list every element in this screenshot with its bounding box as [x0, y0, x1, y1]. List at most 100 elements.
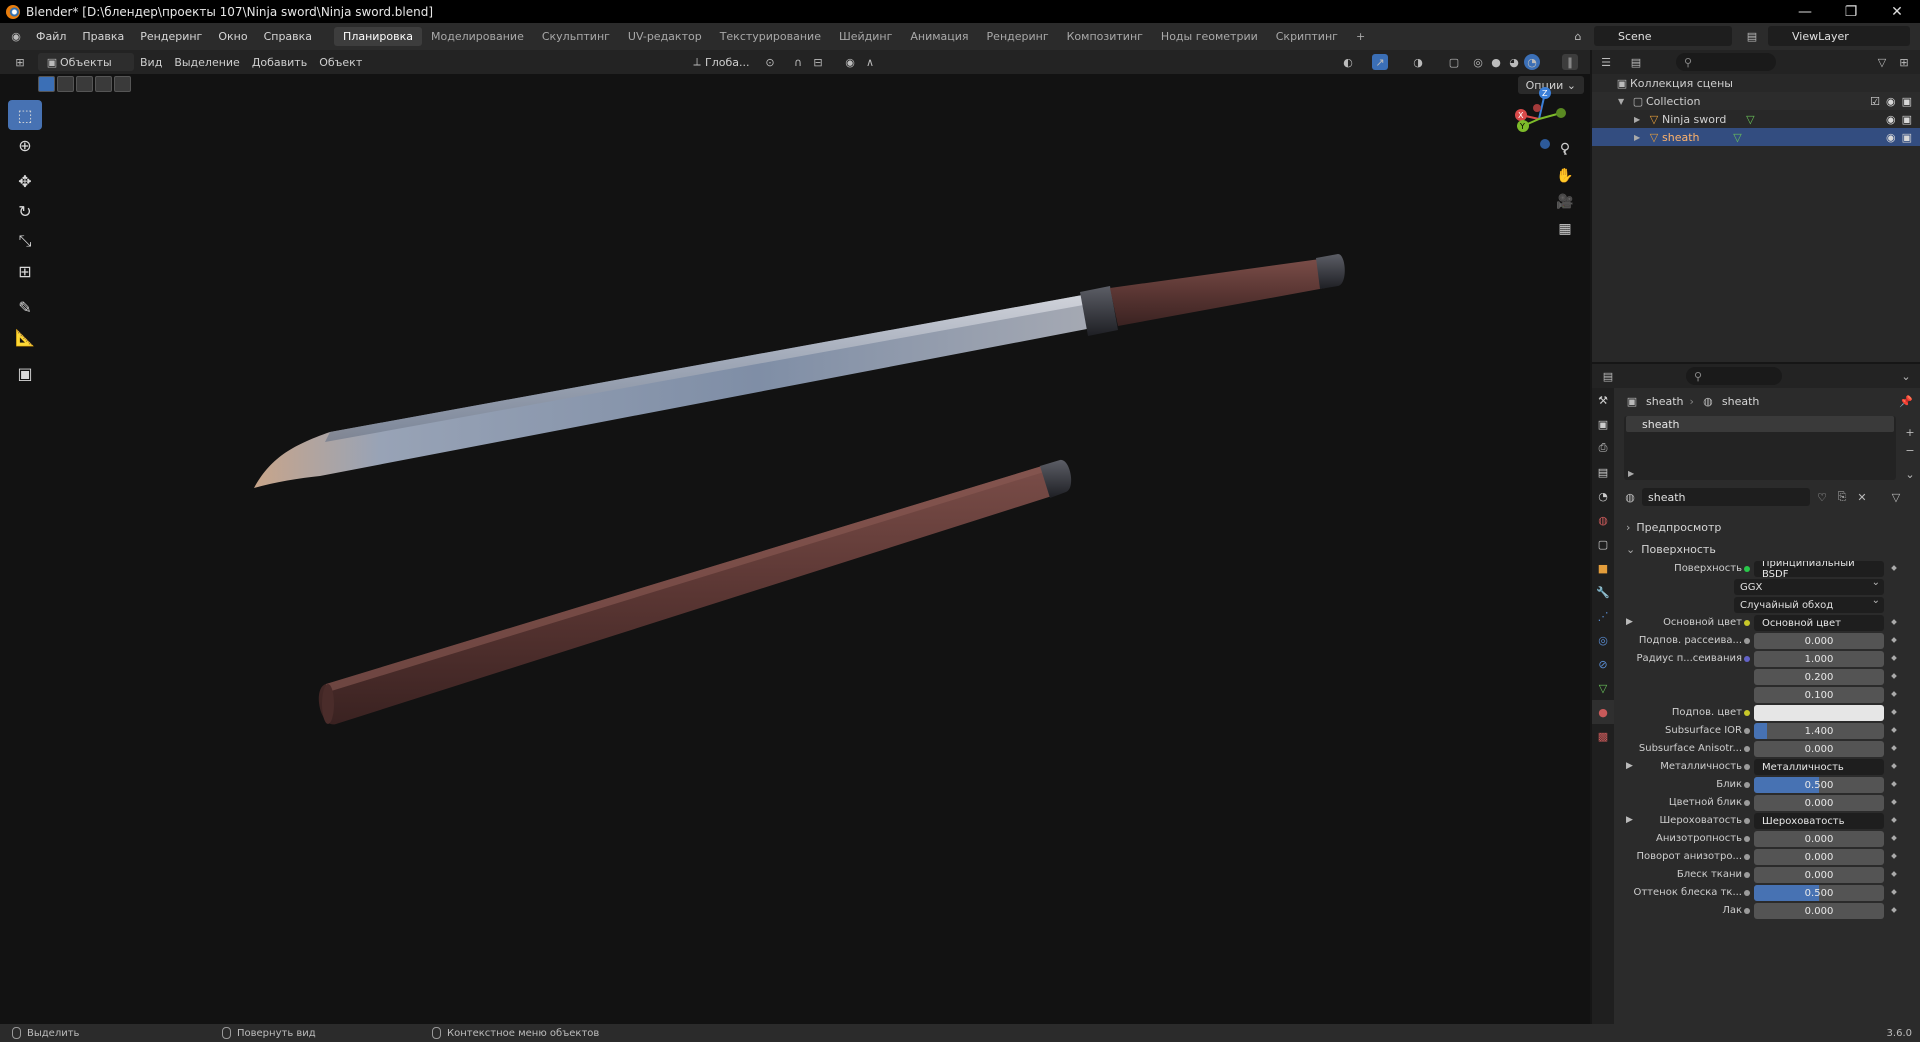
object-tab-icon[interactable]: ■ — [1592, 556, 1614, 580]
constraints-tab-icon[interactable]: ⊘ — [1592, 652, 1614, 676]
zoom-icon[interactable]: ⚲ — [1553, 137, 1577, 161]
checkbox-icon[interactable]: ☑ — [1870, 95, 1880, 108]
keyframe-dot-icon[interactable] — [1891, 799, 1897, 805]
select-intersect-icon[interactable] — [114, 76, 131, 92]
socket-dot-icon[interactable] — [1744, 782, 1750, 788]
property-dropdown[interactable]: Случайный обход — [1734, 595, 1884, 613]
filter-icon[interactable]: ▽ — [1874, 54, 1890, 70]
view-layer-selector[interactable]: ViewLayer — [1768, 26, 1910, 46]
camera-icon[interactable]: ▣ — [1902, 95, 1912, 108]
measure-tool-icon[interactable]: 📐 — [8, 322, 42, 352]
socket-dot-icon[interactable] — [1744, 818, 1750, 824]
add-workspace-button[interactable]: + — [1347, 27, 1374, 46]
collapse-arrow-icon[interactable]: ▼ — [1618, 97, 1630, 106]
scene-selector[interactable]: Scene — [1594, 26, 1732, 46]
fake-user-icon[interactable]: ♡ — [1814, 489, 1830, 505]
collection-tab-icon[interactable]: ▢ — [1592, 532, 1614, 556]
property-field[interactable]: 0.000 — [1754, 633, 1884, 649]
property-field[interactable]: 0.000 — [1754, 741, 1884, 757]
sheath-object[interactable] — [318, 459, 1072, 725]
annotate-tool-icon[interactable]: ✎ — [8, 292, 42, 322]
rotate-tool-icon[interactable]: ↻ — [8, 196, 42, 226]
keyframe-dot-icon[interactable] — [1891, 907, 1897, 913]
keyframe-dot-icon[interactable] — [1891, 853, 1897, 859]
keyframe-dot-icon[interactable] — [1891, 619, 1897, 625]
rendered-shading-icon[interactable]: ◔ — [1524, 54, 1540, 70]
socket-dot-icon[interactable] — [1744, 746, 1750, 752]
perspective-grid-icon[interactable]: ▦ — [1553, 217, 1577, 241]
select-extend-icon[interactable] — [57, 76, 74, 92]
socket-dot-icon[interactable] — [1744, 854, 1750, 860]
unlink-material-icon[interactable]: ✕ — [1854, 489, 1870, 505]
tab-uv-editing[interactable]: UV-редактор — [619, 27, 711, 46]
socket-dot-icon[interactable] — [1744, 638, 1750, 644]
restore-icon[interactable]: ❐ — [1828, 0, 1874, 23]
expand-arrow-icon[interactable]: ▶ — [1628, 469, 1634, 478]
outliner-row-sheath[interactable]: ▶ ▽ sheath ▽ ◉ ▣ — [1592, 128, 1920, 146]
select-invert-icon[interactable] — [95, 76, 112, 92]
new-collection-icon[interactable]: ⊞ — [1896, 54, 1912, 70]
3d-viewport[interactable]: Опции ⌄ ⬚ ⊕ ✥ ↻ ⤡ ⊞ ✎ 📐 ▣ Z X Y ‹ ⚲ ✋ 🎥 … — [0, 74, 1590, 1024]
tab-compositing[interactable]: Композитинг — [1058, 27, 1152, 46]
mode-selector[interactable]: ▣ Объекты — [38, 53, 134, 71]
keyframe-dot-icon[interactable] — [1891, 763, 1897, 769]
tab-animation[interactable]: Анимация — [901, 27, 977, 46]
options-chevron-icon[interactable]: ⌄ — [1898, 368, 1914, 384]
minimize-icon[interactable]: — — [1782, 0, 1828, 23]
remove-slot-icon[interactable]: − — [1902, 442, 1918, 458]
menu-object[interactable]: Объект — [313, 53, 368, 71]
view-layer-icon[interactable]: ▤ — [1744, 28, 1760, 44]
outliner-row-scene-collection[interactable]: ▣ Коллекция сцены — [1592, 74, 1920, 92]
property-field[interactable]: 0.000 — [1754, 867, 1884, 883]
xray-toggle-icon[interactable]: ▢ — [1446, 54, 1462, 70]
material-tab-icon[interactable]: ● — [1592, 700, 1614, 724]
duplicate-material-icon[interactable]: ⎘ — [1834, 489, 1850, 505]
socket-dot-icon[interactable] — [1744, 620, 1750, 626]
menu-edit[interactable]: Правка — [74, 30, 132, 43]
material-slot-item[interactable]: sheath — [1626, 416, 1894, 432]
move-tool-icon[interactable]: ✥ — [8, 166, 42, 196]
property-field[interactable]: 0.500 — [1754, 777, 1884, 793]
socket-dot-icon[interactable] — [1744, 836, 1750, 842]
editor-type-icon[interactable]: ⊞ — [12, 54, 28, 70]
eye-icon[interactable]: ◉ — [1886, 95, 1896, 108]
eye-icon[interactable]: ◉ — [1886, 131, 1896, 144]
slot-specials-icon[interactable]: ⌄ — [1902, 466, 1918, 482]
physics-tab-icon[interactable]: ◎ — [1592, 628, 1614, 652]
transform-tool-icon[interactable]: ⊞ — [8, 256, 42, 286]
display-mode-icon[interactable]: ▤ — [1628, 54, 1644, 70]
tab-sculpting[interactable]: Скульптинг — [533, 27, 619, 46]
select-subtract-icon[interactable] — [76, 76, 93, 92]
tab-scripting[interactable]: Скриптинг — [1267, 27, 1347, 46]
add-cube-tool-icon[interactable]: ▣ — [8, 358, 42, 388]
pivot-icon[interactable]: ⊙ — [762, 54, 778, 70]
menu-window[interactable]: Окно — [210, 30, 255, 43]
modifier-tab-icon[interactable]: 🔧 — [1592, 580, 1614, 604]
property-field[interactable]: 0.000 — [1754, 849, 1884, 865]
toggle-sidebar-icon[interactable]: ∥ — [1562, 54, 1578, 70]
property-field[interactable]: 0.100 — [1754, 687, 1884, 703]
scale-tool-icon[interactable]: ⤡ — [8, 226, 42, 256]
pan-hand-icon[interactable]: ✋ — [1553, 164, 1577, 188]
property-field[interactable]: Принципиальный BSDF — [1754, 561, 1884, 577]
keyframe-dot-icon[interactable] — [1891, 565, 1897, 571]
tab-modeling[interactable]: Моделирование — [422, 27, 533, 46]
property-dropdown[interactable]: GGX — [1734, 577, 1884, 595]
tab-geometry-nodes[interactable]: Ноды геометрии — [1152, 27, 1267, 46]
browse-material-icon[interactable]: ◍ — [1622, 489, 1638, 505]
close-icon[interactable]: ✕ — [1874, 0, 1920, 23]
visibility-icon[interactable]: ◐ — [1340, 54, 1356, 70]
property-field[interactable]: Металличность — [1754, 759, 1884, 775]
property-field[interactable]: 1.400 — [1754, 723, 1884, 739]
socket-dot-icon[interactable] — [1744, 908, 1750, 914]
select-new-icon[interactable] — [38, 76, 55, 92]
select-box-tool-icon[interactable]: ⬚ — [8, 100, 42, 130]
outliner-row-ninja-sword[interactable]: ▶ ▽ Ninja sword ▽ ◉ ▣ — [1592, 110, 1920, 128]
render-tab-icon[interactable]: ▣ — [1592, 412, 1614, 436]
falloff-icon[interactable]: ∧ — [862, 54, 878, 70]
menu-file[interactable]: Файл — [28, 30, 74, 43]
color-swatch[interactable] — [1754, 705, 1884, 721]
socket-dot-icon[interactable] — [1744, 800, 1750, 806]
world-tab-icon[interactable]: ◍ — [1592, 508, 1614, 532]
property-field[interactable]: 1.000 — [1754, 651, 1884, 667]
